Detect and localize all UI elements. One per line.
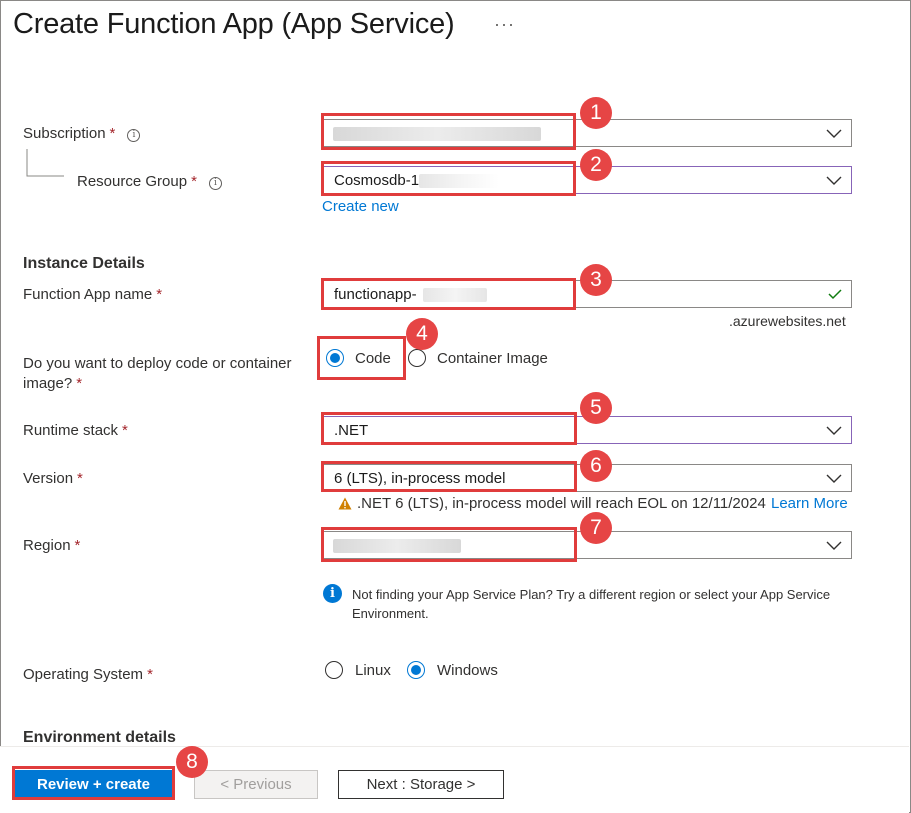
radio-linux[interactable] [325, 661, 343, 679]
next-storage-button[interactable]: Next : Storage > [338, 770, 504, 799]
annotation-box [321, 278, 576, 310]
instance-details-heading: Instance Details [23, 255, 145, 272]
previous-button: < Previous [194, 770, 318, 799]
deploy-type-label-text: Do you want to deploy code or container … [23, 355, 292, 392]
learn-more-link[interactable]: Learn More [771, 495, 848, 512]
region-info-text: Not finding your App Service Plan? Try a… [352, 587, 831, 621]
annotation-box [321, 412, 577, 445]
annotation-badge: 5 [580, 392, 612, 424]
region-label-text: Region [23, 537, 71, 554]
annotation-badge: 7 [580, 512, 612, 544]
radio-windows-label[interactable]: Windows [437, 662, 498, 679]
chevron-down-icon [826, 541, 842, 550]
function-app-name-label-text: Function App name [23, 286, 153, 303]
warning-icon [338, 497, 352, 510]
annotation-box [12, 766, 175, 800]
deploy-type-label: Do you want to deploy code or container … [23, 354, 313, 394]
annotation-box [321, 461, 577, 492]
checkmark-icon [828, 289, 842, 300]
info-icon[interactable]: i [127, 129, 141, 142]
radio-container-image-label[interactable]: Container Image [437, 350, 548, 367]
required-asterisk: * [191, 173, 197, 190]
subscription-label: Subscription * i [23, 125, 141, 142]
chevron-down-icon [826, 426, 842, 435]
info-icon: i [323, 584, 342, 603]
tree-connector [26, 149, 64, 177]
annotation-badge: 1 [580, 97, 612, 129]
required-asterisk: * [147, 666, 153, 683]
annotation-box [321, 161, 576, 196]
version-warning-text: .NET 6 (LTS), in-process model will reac… [357, 495, 766, 512]
annotation-badge: 6 [580, 450, 612, 482]
annotation-badge: 3 [580, 264, 612, 296]
annotation-box [321, 113, 576, 150]
environment-details-heading: Environment details [23, 729, 176, 746]
operating-system-label-text: Operating System [23, 666, 144, 683]
page-title: Create Function App (App Service) [13, 8, 455, 40]
annotation-box [317, 336, 406, 380]
create-new-link[interactable]: Create new [322, 198, 399, 215]
version-warning: .NET 6 (LTS), in-process model will reac… [357, 495, 848, 512]
resource-group-label-text: Resource Group [77, 173, 188, 190]
operating-system-label: Operating System * [23, 666, 153, 683]
subscription-label-text: Subscription [23, 125, 106, 142]
info-icon[interactable]: i [208, 177, 222, 190]
radio-linux-label[interactable]: Linux [355, 662, 391, 679]
domain-suffix: .azurewebsites.net [729, 313, 846, 329]
chevron-down-icon [826, 176, 842, 185]
function-app-name-label: Function App name * [23, 286, 162, 303]
radio-windows[interactable] [407, 661, 425, 679]
region-label: Region * [23, 537, 80, 554]
annotation-badge: 2 [580, 149, 612, 181]
required-asterisk: * [74, 537, 81, 554]
version-label: Version * [23, 470, 83, 487]
radio-container-image[interactable] [408, 349, 426, 367]
runtime-stack-label: Runtime stack * [23, 422, 128, 439]
annotation-box [321, 527, 577, 562]
chevron-down-icon [826, 129, 842, 138]
resource-group-label: Resource Group * i [77, 173, 222, 190]
required-asterisk: * [156, 286, 163, 303]
version-label-text: Version [23, 470, 74, 487]
annotation-badge: 8 [176, 746, 208, 778]
required-asterisk: * [77, 470, 83, 487]
required-asterisk: * [122, 422, 128, 439]
required-asterisk: * [109, 125, 116, 142]
more-actions-icon[interactable]: ··· [494, 14, 515, 35]
required-asterisk: * [76, 375, 83, 392]
annotation-badge: 4 [406, 318, 438, 350]
runtime-stack-label-text: Runtime stack [23, 422, 119, 439]
chevron-down-icon [826, 474, 842, 483]
